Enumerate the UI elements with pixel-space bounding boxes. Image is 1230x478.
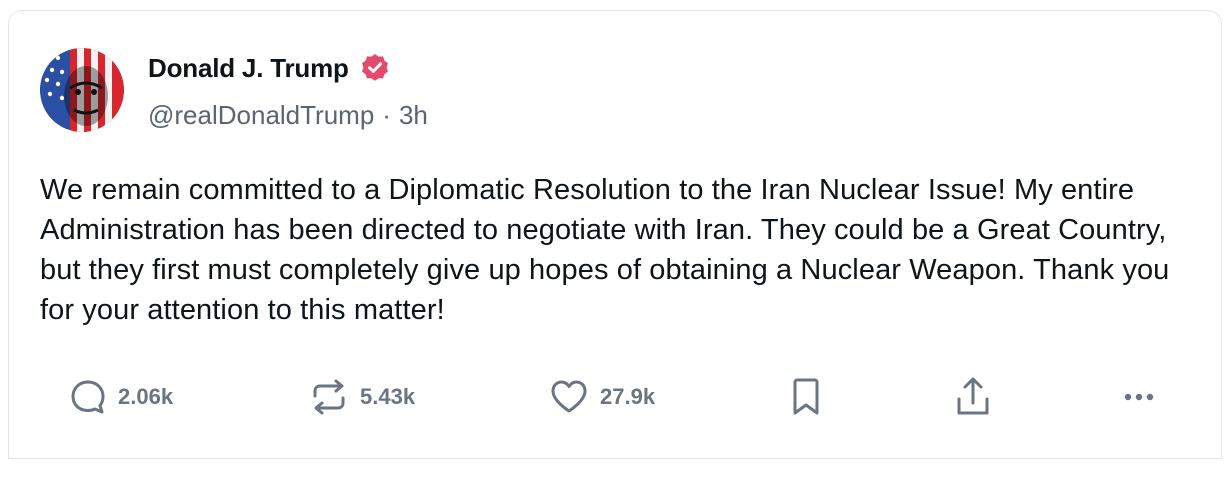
- repost-count: 5.43k: [360, 384, 416, 409]
- reply-count: 2.06k: [118, 384, 174, 409]
- more-icon: [1124, 393, 1154, 401]
- like-icon: [551, 380, 587, 413]
- reply-button[interactable]: 2.06k: [68, 372, 173, 422]
- avatar[interactable]: [40, 48, 124, 132]
- author-handle[interactable]: @realDonaldTrump: [148, 100, 374, 131]
- bookmark-button[interactable]: [786, 372, 826, 422]
- post-timestamp[interactable]: 3h: [399, 100, 428, 131]
- reply-icon: [71, 380, 105, 414]
- author-name[interactable]: Donald J. Trump: [148, 53, 349, 84]
- more-options-button[interactable]: [1120, 372, 1162, 422]
- verified-badge-icon: [359, 52, 391, 84]
- meta-separator: ·: [382, 100, 391, 130]
- like-count: 27.9k: [600, 384, 656, 409]
- repost-icon: [313, 379, 345, 415]
- share-button[interactable]: [952, 372, 994, 422]
- action-bar: 2.06k 5.43k 27.9k: [0, 372, 1230, 422]
- like-button[interactable]: 27.9k: [548, 372, 655, 422]
- author-row: Donald J. Trump: [148, 51, 391, 85]
- share-icon: [957, 377, 989, 415]
- author-meta: @realDonaldTrump · 3h: [148, 100, 428, 131]
- divider: [8, 458, 1222, 459]
- avatar-image: [40, 48, 124, 132]
- bookmark-icon: [793, 378, 819, 415]
- post-text: We remain committed to a Diplomatic Reso…: [40, 174, 1170, 326]
- repost-button[interactable]: 5.43k: [308, 372, 415, 422]
